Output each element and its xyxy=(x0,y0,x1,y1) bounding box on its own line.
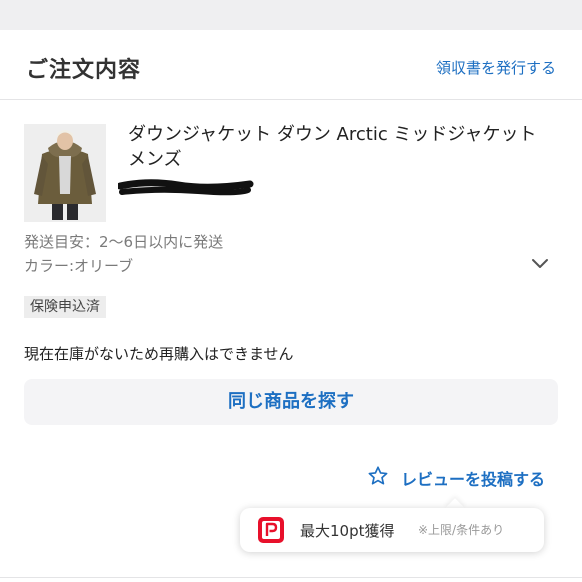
product-thumbnail[interactable] xyxy=(24,124,106,222)
bottom-divider xyxy=(0,577,582,578)
page-title: ご注文内容 xyxy=(26,58,142,83)
redaction-scribble xyxy=(116,178,254,204)
review-label: レビューを投稿する xyxy=(400,470,545,489)
out-of-stock-message: 現在在庫がないため再購入はできません xyxy=(24,345,294,363)
points-tooltip: 最大10pt獲得 ※上限/条件あり xyxy=(240,498,544,552)
order-details-header: ご注文内容 領収書を発行する xyxy=(0,30,582,100)
points-text: 最大10pt獲得 xyxy=(300,522,395,540)
chevron-down-icon[interactable] xyxy=(530,256,550,275)
paypay-icon xyxy=(258,517,284,543)
insurance-badge: 保険申込済 xyxy=(24,296,106,318)
shipping-estimate: 発送目安：2〜6日以内に発送 xyxy=(24,233,224,251)
find-similar-button[interactable]: 同じ商品を探す xyxy=(24,379,558,425)
write-review-link[interactable]: レビューを投稿する xyxy=(367,466,545,490)
issue-receipt-link[interactable]: 領収書を発行する xyxy=(436,57,556,78)
points-note: ※上限/条件あり xyxy=(418,523,505,537)
color-option: カラー:オリーブ xyxy=(24,257,134,275)
star-outline-icon xyxy=(367,465,389,491)
product-name[interactable]: ダウンジャケット ダウン Arctic ミッドジャケット メンズ xyxy=(128,122,558,172)
top-divider-band xyxy=(0,0,582,30)
